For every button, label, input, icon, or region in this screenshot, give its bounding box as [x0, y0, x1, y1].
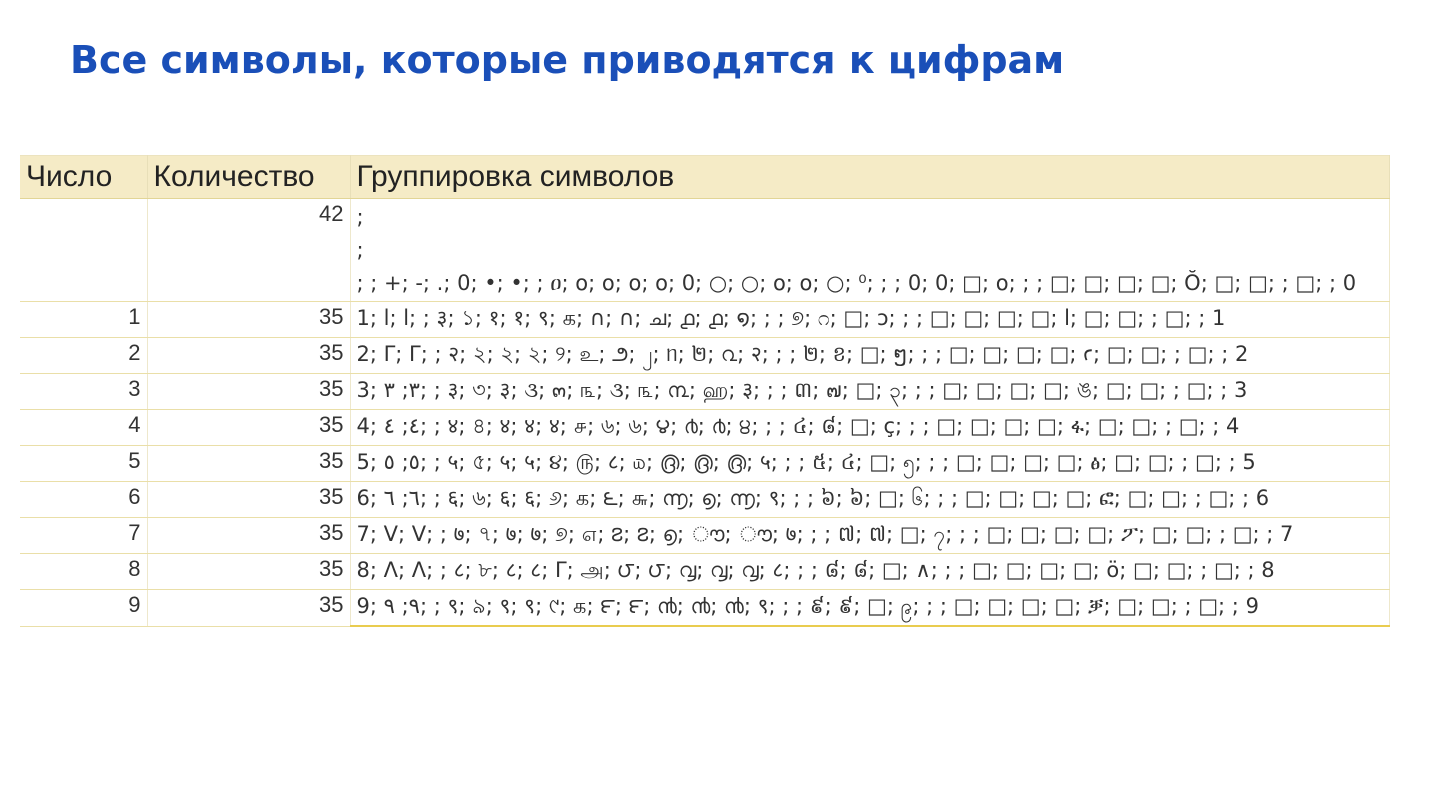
cell-symbols[interactable]: 8; Λ; Λ; ; ८; ৮; ८; ८; Γ; அ; ౮; ౮; ൮; ൮;…	[350, 553, 1390, 590]
table-row: 5 35 5; ٥; ٥; ; ५; ৫; ५; ५; ૪; ௫; ८; ௰; …	[20, 445, 1390, 482]
digits-table: Число Количество Группировка символов 42…	[20, 155, 1390, 627]
cell-count[interactable]: 35	[147, 337, 351, 374]
cell-number[interactable]: 1	[20, 301, 148, 338]
cell-symbols[interactable]: 6; ٦; ٦; ; ६; ৬; ६; ६; ୬; க; ౬; ௬; ൬; ൭;…	[350, 481, 1390, 518]
spreadsheet-table: Число Количество Группировка символов 42…	[20, 155, 1390, 627]
cell-number[interactable]: 8	[20, 553, 148, 590]
table-row: 6 35 6; ٦; ٦; ; ६; ৬; ६; ६; ୬; க; ౬; ௬; …	[20, 481, 1390, 518]
header-row: Число Количество Группировка символов	[20, 155, 1390, 199]
symbols-line: ; ; +; -; .; 0; •; •; ; ዐ; ο; ο; ο; ο; 0…	[356, 271, 1357, 295]
cell-symbols[interactable]: 9; ٩; ٩; ; ९; ৯; ९; ९; ୯; க; ౯; ౯; ൯; ൯;…	[350, 589, 1390, 627]
cell-count[interactable]: 35	[147, 301, 351, 338]
cell-number[interactable]: 6	[20, 481, 148, 518]
cell-count[interactable]: 35	[147, 409, 351, 446]
cell-count[interactable]: 35	[147, 517, 351, 554]
cell-count[interactable]: 35	[147, 445, 351, 482]
cell-number[interactable]	[20, 198, 148, 302]
symbols-line: ;	[356, 205, 364, 229]
cell-symbols[interactable]: 3; ٣; ٣; ; ३; ৩; ३; ૩; ๓; ௩; ૩; ௩; ൩; ஹ;…	[350, 373, 1390, 410]
table-row: 2 35 2; Γ; Γ; ; २; ২; ২; ২; ୨; உ; ౨; ၂; …	[20, 337, 1390, 374]
cell-number[interactable]: 3	[20, 373, 148, 410]
cell-count[interactable]: 35	[147, 373, 351, 410]
cell-symbols[interactable]: 2; Γ; Γ; ; २; ২; ২; ২; ୨; உ; ౨; ၂; ᥒ; ២;…	[350, 337, 1390, 374]
cell-count[interactable]: 42	[147, 198, 351, 302]
cell-number[interactable]: 9	[20, 589, 148, 627]
table-row: 8 35 8; Λ; Λ; ; ८; ৮; ८; ८; Γ; அ; ౮; ౮; …	[20, 553, 1390, 590]
table-row-zero: 42 ; ; ; ; +; -; .; 0; •; •; ; ዐ; ο; ο; …	[20, 198, 1390, 302]
symbols-line: ;	[356, 238, 364, 262]
cell-count[interactable]: 35	[147, 553, 351, 590]
column-header-number[interactable]: Число	[20, 155, 148, 199]
cell-number[interactable]: 7	[20, 517, 148, 554]
cell-symbols[interactable]: 7; V; V; ; ७; ৭; ७; ७; ୭; ௭; ౭; ౭; ൭; ൗ;…	[350, 517, 1390, 554]
cell-count[interactable]: 35	[147, 481, 351, 518]
cell-symbols[interactable]: 5; ٥; ٥; ; ५; ৫; ५; ५; ૪; ௫; ८; ௰; ൫; ൫;…	[350, 445, 1390, 482]
column-header-count[interactable]: Количество	[147, 155, 351, 199]
cell-count[interactable]: 35	[147, 589, 351, 627]
table-row: 7 35 7; V; V; ; ७; ৭; ७; ७; ୭; ௭; ౭; ౭; …	[20, 517, 1390, 554]
cell-symbols[interactable]: 1; l; l; ; ३; ১; १; १; ९; க; ∩; ∩; ച; ൧;…	[350, 301, 1390, 338]
cell-symbols[interactable]: ; ; ; ; +; -; .; 0; •; •; ; ዐ; ο; ο; ο; …	[350, 198, 1390, 302]
slide-title: Все символы, которые приводятся к цифрам	[70, 38, 1065, 82]
cell-number[interactable]: 4	[20, 409, 148, 446]
table-row: 4 35 4; ٤; ٤; ; ४; ৪; ४; ४; ४; ௪; ৬; ৬; …	[20, 409, 1390, 446]
cell-symbols[interactable]: 4; ٤; ٤; ; ४; ৪; ४; ४; ४; ௪; ৬; ৬; ౪; ൪;…	[350, 409, 1390, 446]
table-row: 3 35 3; ٣; ٣; ; ३; ৩; ३; ૩; ๓; ௩; ૩; ௩; …	[20, 373, 1390, 410]
cell-number[interactable]: 5	[20, 445, 148, 482]
column-header-symbols[interactable]: Группировка символов	[350, 155, 1390, 199]
table-row: 9 35 9; ٩; ٩; ; ९; ৯; ९; ९; ୯; க; ౯; ౯; …	[20, 589, 1390, 627]
cell-number[interactable]: 2	[20, 337, 148, 374]
table-row: 1 35 1; l; l; ; ३; ১; १; १; ९; க; ∩; ∩; …	[20, 301, 1390, 338]
